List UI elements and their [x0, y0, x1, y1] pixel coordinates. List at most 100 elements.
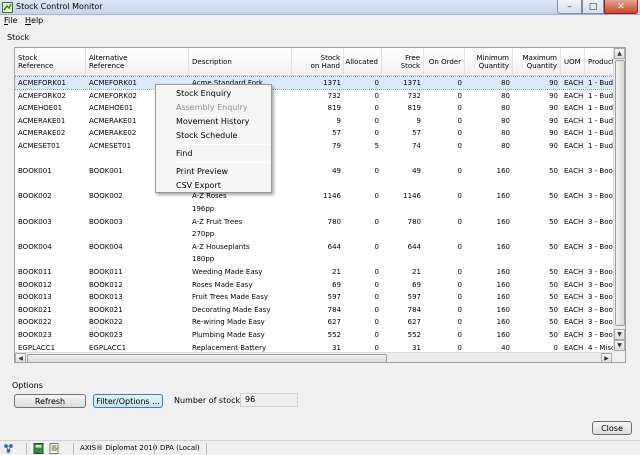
calculator-icon[interactable] [33, 443, 44, 454]
table-row[interactable]: BOOK004 BOOK004 A-Z Houseplants 644 0 644 0 160… [15, 241, 613, 253]
cell-description: Fruit Trees Made Easy [192, 293, 269, 302]
cell-alternative-reference: BOOK023 [89, 331, 123, 339]
table-row[interactable]: ACMEFORK02 ACMEFORK02 732 0 732 0 80 90 EACH 1 - … [15, 90, 613, 102]
scroll-up-button[interactable]: ▲ [614, 48, 625, 59]
column-header-uom[interactable]: UOM [561, 48, 585, 76]
cell-allocated: 0 [374, 79, 379, 87]
cell-description: Roses Made Easy [192, 280, 253, 289]
column-header-free-stock[interactable]: Free Stock [382, 48, 424, 76]
ctx-find[interactable]: Find [176, 149, 192, 158]
cell-allocated: 0 [374, 318, 379, 327]
table-row[interactable]: BOOK003 BOOK003 A-Z Fruit Trees 780 0 780 0 160… [15, 216, 613, 228]
ctx-movement-history[interactable]: Movement History [176, 117, 249, 126]
cell-minimum-quantity: 160 [496, 280, 510, 289]
cell-uom: EACH [564, 192, 584, 201]
refresh-button[interactable]: Refresh [14, 394, 86, 408]
stock-group-label: Stock [7, 33, 30, 42]
column-header-minimum-quantity[interactable]: Minimum Quantity [465, 48, 513, 76]
column-header-allocated[interactable]: Allocated [344, 48, 382, 76]
ctx-stock-schedule[interactable]: Stock Schedule [176, 131, 237, 140]
horizontal-scrollbar[interactable]: ◀ ▶ [15, 352, 613, 362]
table-row[interactable] [15, 153, 613, 165]
minimize-button[interactable]: – [557, 0, 582, 14]
table-row[interactable]: BOOK023 BOOK023 Plumbing Made Easy 552 0 552 0… [15, 329, 613, 341]
column-header-stock-reference[interactable]: Stock Reference [15, 48, 86, 76]
table-row[interactable]: ACMERAKE01ACMERAKE0190908090EACH1 - Budg… [15, 115, 613, 127]
scroll-down-button-2[interactable]: ▼ [614, 340, 625, 351]
cell-free-stock: 732 [407, 91, 421, 100]
ctx-csv-export[interactable]: CSV Export [176, 181, 221, 190]
table-row[interactable]: 270pp [15, 228, 613, 240]
notes-icon[interactable] [49, 443, 60, 454]
options-label: Options [12, 381, 43, 390]
window-close-button[interactable]: ✕ [604, 0, 638, 14]
cell-stock-on-hand: 732 [327, 91, 341, 100]
horizontal-scroll-thumb[interactable] [27, 354, 387, 362]
table-row[interactable]: BOOK021 BOOK021 Decorating Made Easy 784 0 78… [15, 304, 613, 316]
cell-uom: EACH [564, 217, 584, 226]
cell-on-order: 0 [457, 242, 462, 251]
filter-options-button[interactable]: Filter/Options ... [93, 394, 163, 408]
table-row[interactable]: ACMEHOE01 ACMEHOE01 819 0 819 0 80 90 EACH 1 - Bu… [15, 102, 613, 114]
table-row[interactable]: BOOK001BOOK00149049016050EACH3 - Books [15, 165, 613, 177]
table-row[interactable]: BOOK022 BOOK022 Re-wiring Made Easy 627 0 627… [15, 316, 613, 328]
cell-maximum-quantity: 50 [549, 217, 558, 226]
menu-file[interactable]: File [4, 16, 17, 25]
cell-maximum-quantity: 50 [549, 331, 558, 339]
cell-stock-reference: BOOK001 [18, 167, 52, 176]
cell-stock-reference: BOOK011 [18, 268, 52, 276]
table-row[interactable]: BOOK002 BOOK002 A-Z Roses 1146 0 1146 0 160 50 EA… [15, 190, 613, 202]
cell-free-stock: 69 [412, 280, 421, 289]
close-button[interactable]: Close [592, 421, 632, 435]
cell-minimum-quantity: 80 [501, 91, 510, 100]
scroll-down-button-1[interactable]: ▼ [614, 329, 625, 340]
cell-free-stock: 780 [407, 217, 421, 226]
column-header-line: Quantity [478, 62, 509, 70]
cell-free-stock: 784 [407, 305, 421, 314]
menu-help[interactable]: Help [25, 16, 43, 25]
table-row[interactable]: BOOK013 BOOK013 Fruit Trees Made Easy 597 0 5… [15, 291, 613, 303]
status-database: DPA (Local) [160, 444, 200, 452]
column-header-description[interactable]: Description [189, 48, 292, 76]
context-menu: Stock Enquiry Assembly Enquiry Movement … [155, 84, 272, 193]
table-row[interactable]: BOOK011 BOOK011 Weeding Made Easy 21 0 21 0 160… [15, 266, 613, 278]
scroll-right-button[interactable]: ▶ [601, 353, 612, 362]
cell-free-stock: 57 [412, 129, 421, 138]
scroll-left-button[interactable]: ◀ [15, 353, 26, 362]
vertical-scroll-thumb[interactable] [615, 60, 625, 326]
cell-on-order: 0 [457, 142, 462, 150]
cell-allocated: 0 [374, 91, 379, 100]
cell-allocated: 0 [374, 129, 379, 138]
table-row-selected[interactable]: ACMEFORK01 ACMEFORK01 Acme Standard Fork 13… [15, 76, 613, 90]
ctx-stock-enquiry[interactable]: Stock Enquiry [176, 89, 231, 98]
cell-stock-on-hand: 597 [327, 293, 341, 302]
cell-on-order: 0 [457, 318, 462, 327]
cell-on-order: 0 [457, 280, 462, 289]
table-row[interactable]: BOOK012 BOOK012 Roses Made Easy 69 0 69 0 160 50… [15, 279, 613, 291]
table-row[interactable]: ACMESET01ACMESET01Set7957408090EACH1 - B… [15, 140, 613, 152]
cell-uom: EACH [564, 280, 584, 289]
table-row[interactable]: 196pp [15, 203, 613, 215]
cell-stock-on-hand: 49 [332, 167, 341, 176]
column-header-alternative-reference[interactable]: Alternative Reference [86, 48, 189, 76]
cell-stock-on-hand: 644 [327, 242, 341, 251]
column-header-maximum-quantity[interactable]: Maximum Quantity [513, 48, 561, 76]
vertical-scrollbar[interactable]: ▲ ▼ ▼ [613, 48, 625, 352]
cell-description: 196pp [192, 205, 215, 213]
cell-stock-reference: ACMEFORK02 [18, 91, 66, 100]
cell-stock-reference: ACMERAKE01 [18, 116, 66, 125]
column-header-label: Allocated [345, 58, 378, 66]
cell-stock-reference: ACMEHOE01 [18, 104, 63, 113]
cell-minimum-quantity: 160 [496, 331, 510, 339]
ctx-print-preview[interactable]: Print Preview [176, 167, 228, 176]
cell-description: Plumbing Made Easy [192, 331, 265, 339]
column-header-on-order[interactable]: On Order [424, 48, 465, 76]
table-row[interactable]: ACMERAKE02 ACMERAKE02 57 0 57 0 80 90 EACH 1 - Bu… [15, 127, 613, 139]
stock-grid[interactable]: Stock Reference Alternative Reference Descri… [14, 47, 626, 363]
table-row[interactable] [15, 178, 613, 190]
column-header-stock-on-hand[interactable]: Stock on Hand [292, 48, 344, 76]
cell-uom: EACH [564, 331, 584, 339]
cell-free-stock: 552 [407, 331, 421, 339]
table-row[interactable]: 180pp [15, 253, 613, 265]
maximize-button[interactable]: □ [582, 0, 604, 14]
